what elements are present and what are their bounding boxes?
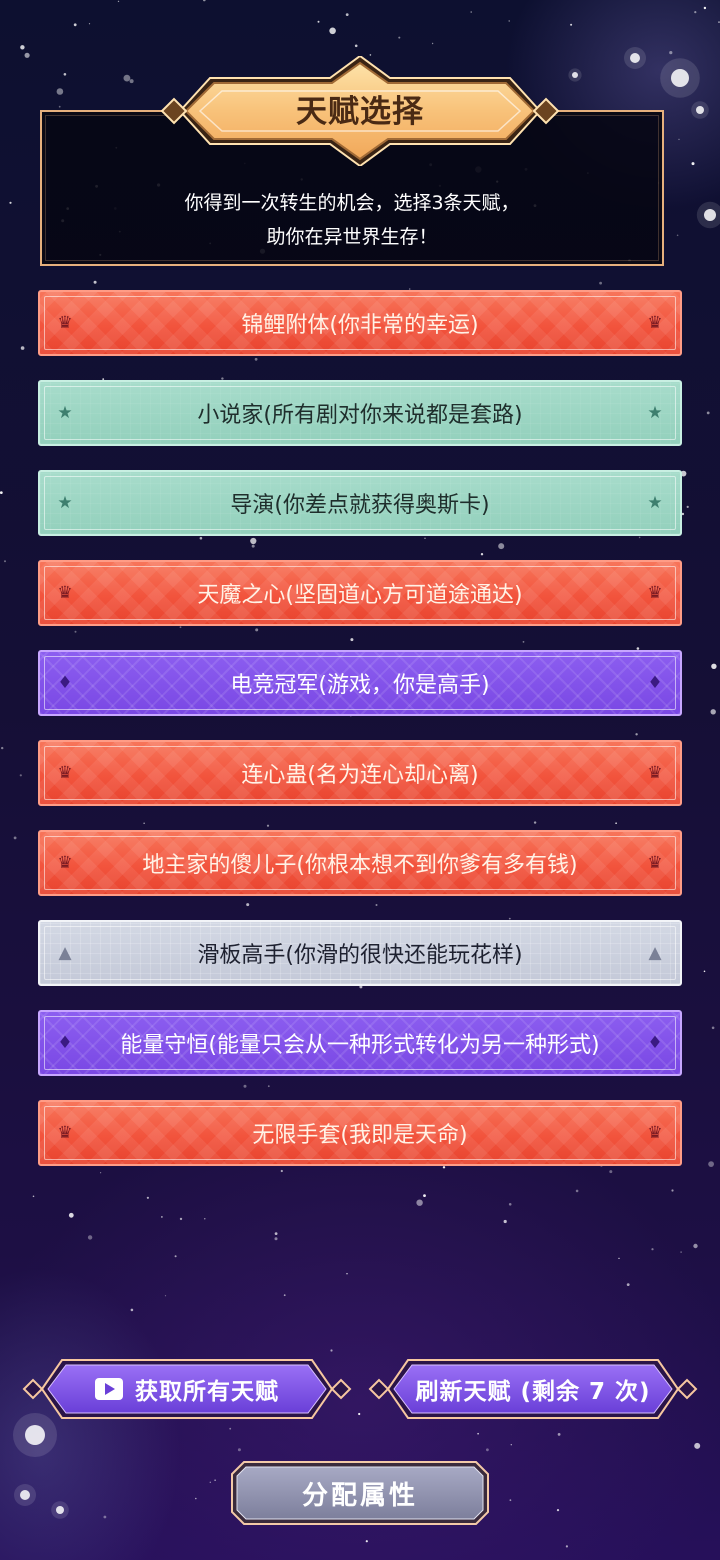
talent-option[interactable]: ♛ 锦鲤附体(你非常的幸运) ♛ — [38, 290, 682, 356]
talent-label: 锦鲤附体(你非常的幸运) — [241, 313, 479, 338]
diamond-icon: ♦ — [57, 673, 73, 693]
talent-option[interactable]: ♦ 电竞冠军(游戏，你是高手) ♦ — [38, 650, 682, 716]
crown-icon: ♛ — [647, 313, 663, 333]
intro-description: 你得到一次转生的机会，选择3条天赋， 助你在异世界生存！ — [42, 186, 662, 254]
talent-label: 地主家的傻儿子(你根本想不到你爹有多有钱) — [142, 853, 578, 878]
title-banner: 天赋选择 — [150, 56, 570, 166]
star-icon: ★ — [647, 493, 663, 513]
crown-icon: ♛ — [647, 583, 663, 603]
intro-line-2: 助你在异世界生存！ — [266, 226, 438, 248]
get-all-talents-button[interactable]: 获取所有天赋 — [22, 1358, 352, 1420]
page-title: 天赋选择 — [296, 94, 424, 130]
talent-label: 滑板高手(你滑的很快还能玩花样) — [197, 943, 523, 968]
talent-option[interactable]: ♛ 地主家的傻儿子(你根本想不到你爹有多有钱) ♛ — [38, 830, 682, 896]
talent-option[interactable]: ★ 小说家(所有剧对你来说都是套路) ★ — [38, 380, 682, 446]
assign-label: 分配属性 — [301, 1480, 418, 1511]
crown-icon: ♛ — [57, 1123, 73, 1143]
crown-icon: ♛ — [647, 763, 663, 783]
crown-icon: ♛ — [647, 853, 663, 873]
talent-option[interactable]: ♛ 无限手套(我即是天命) ♛ — [38, 1100, 682, 1166]
crown-icon: ♛ — [57, 853, 73, 873]
talent-label: 无限手套(我即是天命) — [252, 1123, 468, 1148]
refresh-talents-button[interactable]: 刷新天赋 (剩余 7 次) — [368, 1358, 698, 1420]
talent-label: 连心蛊(名为连心却心离) — [241, 763, 479, 788]
get-all-label: 获取所有天赋 — [135, 1379, 279, 1405]
talent-list: ♛ 锦鲤附体(你非常的幸运) ♛ ★ 小说家(所有剧对你来说都是套路) ★ ★ … — [38, 290, 682, 1190]
talent-option[interactable]: ★ 导演(你差点就获得奥斯卡) ★ — [38, 470, 682, 536]
diamond-icon: ♦ — [57, 1033, 73, 1053]
talent-label: 能量守恒(能量只会从一种形式转化为另一种形式) — [120, 1033, 600, 1058]
crown-icon: ♛ — [57, 763, 73, 783]
talent-label: 导演(你差点就获得奥斯卡) — [230, 493, 490, 518]
triangle-icon: ▲ — [648, 943, 662, 963]
star-icon: ★ — [647, 403, 663, 423]
talent-option[interactable]: ♛ 天魔之心(坚固道心方可道途通达) ♛ — [38, 560, 682, 626]
triangle-icon: ▲ — [58, 943, 72, 963]
talent-label: 天魔之心(坚固道心方可道途通达) — [197, 583, 523, 608]
assign-attributes-button[interactable]: 分配属性 — [230, 1460, 490, 1526]
refresh-label: 刷新天赋 (剩余 7 次) — [415, 1379, 651, 1405]
talent-option[interactable]: ▲ 滑板高手(你滑的很快还能玩花样) ▲ — [38, 920, 682, 986]
video-play-icon — [95, 1378, 123, 1400]
talent-label: 电竞冠军(游戏，你是高手) — [230, 673, 490, 698]
talent-option[interactable]: ♛ 连心蛊(名为连心却心离) ♛ — [38, 740, 682, 806]
star-icon: ★ — [57, 403, 73, 423]
talent-label: 小说家(所有剧对你来说都是套路) — [197, 403, 523, 428]
crown-icon: ♛ — [57, 583, 73, 603]
crown-icon: ♛ — [57, 313, 73, 333]
crown-icon: ♛ — [647, 1123, 663, 1143]
talent-option[interactable]: ♦ 能量守恒(能量只会从一种形式转化为另一种形式) ♦ — [38, 1010, 682, 1076]
star-icon: ★ — [57, 493, 73, 513]
diamond-icon: ♦ — [647, 673, 663, 693]
diamond-icon: ♦ — [647, 1033, 663, 1053]
intro-line-1: 你得到一次转生的机会，选择3条天赋， — [184, 192, 520, 214]
